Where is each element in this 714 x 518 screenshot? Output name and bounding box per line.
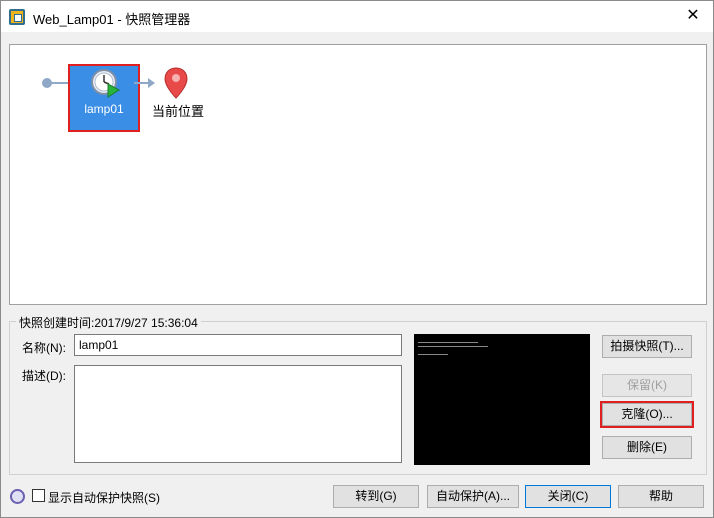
goto-button[interactable]: 转到(G) xyxy=(333,485,419,508)
snapshot-clock-icon xyxy=(91,69,120,98)
description-label: 描述(D): xyxy=(22,369,66,383)
title-bar: Web_Lamp01 - 快照管理器 ✕ xyxy=(1,1,713,32)
created-time-caption: 快照创建时间:2017/9/27 15:36:04 xyxy=(16,314,201,331)
snapshot-manager-window: Web_Lamp01 - 快照管理器 ✕ lamp01 当前位置 快照创建时间:… xyxy=(0,0,714,518)
take-snapshot-button[interactable]: 拍摄快照(T)... xyxy=(602,335,692,358)
snapshot-tree[interactable]: lamp01 当前位置 xyxy=(9,44,707,305)
bottom-bar: 显示自动保护快照(S) 转到(G) 自动保护(A)... 关闭(C) 帮助 xyxy=(1,481,713,517)
preview-text-line xyxy=(418,342,478,343)
preview-text-line xyxy=(418,354,448,355)
window-title: Web_Lamp01 - 快照管理器 xyxy=(33,12,191,27)
name-label: 名称(N): xyxy=(22,341,66,355)
snapshot-node-lamp01[interactable]: lamp01 xyxy=(68,64,140,132)
description-textarea[interactable] xyxy=(74,365,402,463)
snapshot-details-group: 快照创建时间:2017/9/27 15:36:04 名称(N): 描述(D): … xyxy=(9,314,707,475)
snapshot-preview-thumbnail xyxy=(414,334,590,465)
current-arrow-head xyxy=(148,78,155,88)
help-button[interactable]: 帮助 xyxy=(618,485,704,508)
vmware-app-icon xyxy=(9,9,25,25)
preview-text-line xyxy=(418,346,488,347)
clone-button[interactable]: 克隆(O)... xyxy=(600,401,694,428)
autoprotect-button[interactable]: 自动保护(A)... xyxy=(427,485,519,508)
current-location-label: 当前位置 xyxy=(152,104,205,119)
autoprotect-status-icon xyxy=(10,489,25,504)
keep-button[interactable]: 保留(K) xyxy=(602,374,692,397)
show-autoprotect-label: 显示自动保护快照(S) xyxy=(48,491,160,505)
delete-button[interactable]: 删除(E) xyxy=(602,436,692,459)
current-location-pin-icon xyxy=(164,67,188,99)
close-button[interactable]: 关闭(C) xyxy=(525,485,611,508)
snapshot-node-label: lamp01 xyxy=(84,102,124,116)
show-autoprotect-checkbox[interactable] xyxy=(32,489,45,502)
name-input[interactable] xyxy=(74,334,402,356)
close-window-icon[interactable]: ✕ xyxy=(681,5,705,27)
